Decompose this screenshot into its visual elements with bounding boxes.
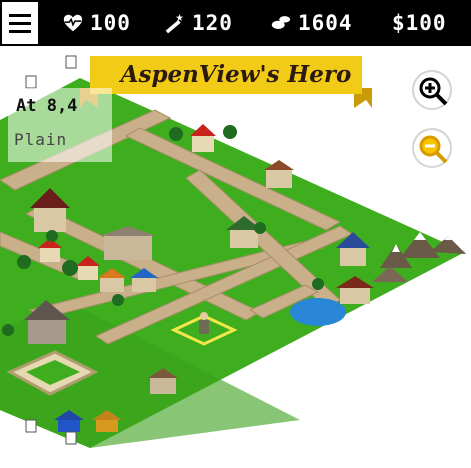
heart-pulse-icon bbox=[63, 14, 83, 32]
title-banner: AspenView's Hero bbox=[80, 56, 382, 108]
terrain-label: Plain bbox=[14, 130, 68, 149]
zoom-in-button[interactable] bbox=[412, 70, 452, 110]
footprints-icon bbox=[271, 16, 291, 29]
tile-info-panel: At 8,4 Plain bbox=[8, 88, 112, 162]
magic-value: 120 bbox=[192, 11, 233, 35]
steps-value: 1604 bbox=[298, 11, 353, 35]
hamburger-menu-icon[interactable] bbox=[0, 0, 40, 46]
coordinate-label: At 8,4 bbox=[16, 96, 78, 116]
map-title: AspenView's Hero bbox=[120, 61, 352, 88]
steps-stat: 1604 bbox=[270, 10, 353, 36]
zoom-out-button[interactable] bbox=[412, 128, 452, 168]
health-value: 100 bbox=[90, 11, 131, 35]
money-stat: $100 bbox=[392, 10, 447, 36]
hero-figure[interactable] bbox=[199, 312, 209, 334]
money-value: $100 bbox=[392, 11, 447, 35]
magic-stat: 120 bbox=[164, 10, 233, 36]
lake bbox=[290, 298, 346, 326]
top-stats-bar: 100 120 1604 $100 bbox=[0, 0, 471, 46]
zoom-out-icon bbox=[419, 135, 448, 164]
magic-wand-icon bbox=[165, 13, 184, 34]
health-stat: 100 bbox=[62, 10, 131, 36]
zoom-in-icon bbox=[419, 77, 448, 106]
